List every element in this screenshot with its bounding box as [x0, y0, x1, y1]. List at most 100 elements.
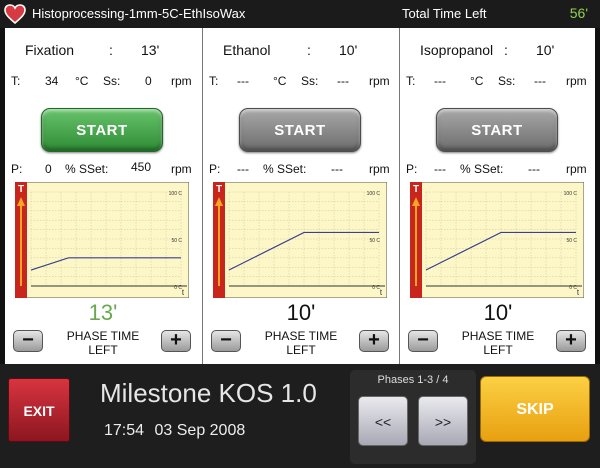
chart-background: [15, 182, 189, 298]
increase-time-button[interactable]: +: [556, 330, 586, 352]
pressure-label: P:: [11, 162, 23, 176]
phase-name: Fixation: [25, 42, 75, 58]
decrease-time-button[interactable]: −: [13, 330, 43, 352]
pressure-value: ---: [434, 162, 446, 176]
temperature-chart: Tt100 C50 C0 C: [15, 182, 189, 298]
control-bar: EXIT Milestone KOS 1.0 17:54 03 Sep 2008…: [0, 364, 600, 468]
phase-time-label-line2: LEFT: [483, 343, 513, 357]
phase-duration: 13': [141, 42, 160, 58]
total-time-value: 56': [569, 5, 588, 21]
temp-label: T:: [209, 74, 219, 88]
chart-background: [410, 182, 584, 298]
stirrer-label: Ss:: [301, 74, 319, 88]
total-time-label: Total Time Left: [402, 6, 487, 21]
temp-value: ---: [237, 74, 249, 88]
phase-panels: Fixation : 13' T: 34 °C Ss: 0 rpm START …: [5, 28, 595, 364]
decrease-time-button[interactable]: −: [211, 330, 241, 352]
pressure-label: P:: [209, 162, 221, 176]
chart-y-tick-label: 50 C: [566, 238, 577, 244]
stirrer-unit: rpm: [171, 74, 192, 88]
phases-indicator: Phases 1-3 / 4: [377, 374, 449, 386]
phase-time-left-label: PHASE TIME LEFT: [49, 329, 157, 357]
temperature-chart: Tt100 C50 C0 C: [410, 182, 584, 298]
datetime: 17:54 03 Sep 2008: [104, 422, 245, 440]
stirrer-label: Ss:: [498, 74, 516, 88]
phase-name: Ethanol: [223, 42, 271, 58]
pressure-row: P: 0 % SSet: 450 rpm: [5, 160, 201, 178]
chart-y-tick-label: 100 C: [367, 191, 381, 197]
phase-time-label-line1: PHASE TIME: [461, 329, 535, 343]
chart-y-axis-badge: T: [18, 184, 24, 195]
sset-unit: rpm: [171, 162, 192, 176]
temperature-row: T: --- °C Ss: --- rpm: [203, 74, 399, 90]
phase-colon: :: [504, 42, 508, 58]
temp-unit: °C: [273, 74, 287, 88]
start-button[interactable]: START: [239, 108, 361, 152]
temp-label: T:: [11, 74, 21, 88]
phase-time-left-label: PHASE TIME LEFT: [444, 329, 552, 357]
exit-button[interactable]: EXIT: [8, 378, 70, 442]
sset-value: ---: [528, 162, 540, 176]
temp-value: ---: [434, 74, 446, 88]
phase-duration: 10': [536, 42, 555, 58]
sset-label: % SSet:: [263, 162, 307, 176]
chart-y-tick-label: 0 C: [174, 285, 182, 291]
heart-icon: [4, 4, 26, 24]
phase-duration: 10': [339, 42, 358, 58]
phase-panel-isopropanol: Isopropanol : 10' T: --- °C Ss: --- rpm …: [399, 28, 595, 364]
phase-name: Isopropanol: [420, 42, 494, 58]
chart-background: [213, 182, 387, 298]
decrease-time-button[interactable]: −: [408, 330, 438, 352]
phase-time-left-value: 13': [88, 300, 118, 325]
phase-time-left-value: 10': [286, 300, 316, 325]
chart-y-axis-badge: T: [413, 184, 419, 195]
pressure-label: P:: [406, 162, 418, 176]
pressure-value: 0: [45, 162, 52, 176]
chart-y-axis-badge: T: [216, 184, 222, 195]
phase-time-label-line1: PHASE TIME: [264, 329, 338, 343]
chart-y-tick-label: 0 C: [372, 285, 380, 291]
previous-phases-button[interactable]: <<: [358, 396, 408, 446]
phase-time-label-line1: PHASE TIME: [66, 329, 140, 343]
sset-value: 450: [131, 160, 152, 174]
pressure-row: P: --- % SSet: --- rpm: [203, 162, 399, 178]
title-bar: Histoprocessing-1mm-5C-EthIsoWax Total T…: [0, 0, 600, 28]
stirrer-unit: rpm: [369, 74, 390, 88]
sset-value: ---: [331, 162, 343, 176]
phase-panel-ethanol: Ethanol : 10' T: --- °C Ss: --- rpm STAR…: [202, 28, 398, 364]
phase-time-label-line2: LEFT: [286, 343, 316, 357]
temperature-row: T: 34 °C Ss: 0 rpm: [5, 74, 201, 90]
stirrer-unit: rpm: [566, 74, 587, 88]
temperature-chart: Tt100 C50 C0 C: [213, 182, 387, 298]
phase-time-label-line2: LEFT: [88, 343, 118, 357]
brand-title: Milestone KOS 1.0: [100, 378, 317, 408]
stirrer-value: ---: [337, 74, 349, 88]
chart-y-tick-label: 50 C: [369, 238, 380, 244]
increase-time-button[interactable]: +: [161, 330, 191, 352]
sset-label: % SSet:: [460, 162, 504, 176]
program-name: Histoprocessing-1mm-5C-EthIsoWax: [32, 6, 246, 21]
skip-button[interactable]: SKIP: [480, 376, 590, 442]
temp-value: 34: [45, 74, 59, 88]
phase-colon: :: [307, 42, 311, 58]
phase-panel-fixation: Fixation : 13' T: 34 °C Ss: 0 rpm START …: [5, 28, 201, 364]
phase-time-left-value: 10': [483, 300, 513, 325]
increase-time-button[interactable]: +: [359, 330, 389, 352]
start-button[interactable]: START: [436, 108, 558, 152]
next-phases-button[interactable]: >>: [418, 396, 468, 446]
chart-y-tick-label: 100 C: [169, 191, 183, 197]
phase-time-left-label: PHASE TIME LEFT: [247, 329, 355, 357]
clock-time: 17:54: [104, 422, 145, 439]
chart-y-tick-label: 100 C: [564, 191, 578, 197]
start-button[interactable]: START: [41, 108, 163, 152]
stirrer-label: Ss:: [103, 74, 121, 88]
stirrer-value: 0: [145, 74, 152, 88]
stirrer-value: ---: [534, 74, 546, 88]
sset-unit: rpm: [566, 162, 587, 176]
phase-navigator: Phases 1-3 / 4 << >>: [350, 370, 476, 464]
clock-date: 03 Sep 2008: [154, 422, 246, 439]
sset-label: % SSet:: [65, 162, 109, 176]
temp-label: T:: [406, 74, 416, 88]
temperature-row: T: --- °C Ss: --- rpm: [400, 74, 596, 90]
phase-colon: :: [109, 42, 113, 58]
